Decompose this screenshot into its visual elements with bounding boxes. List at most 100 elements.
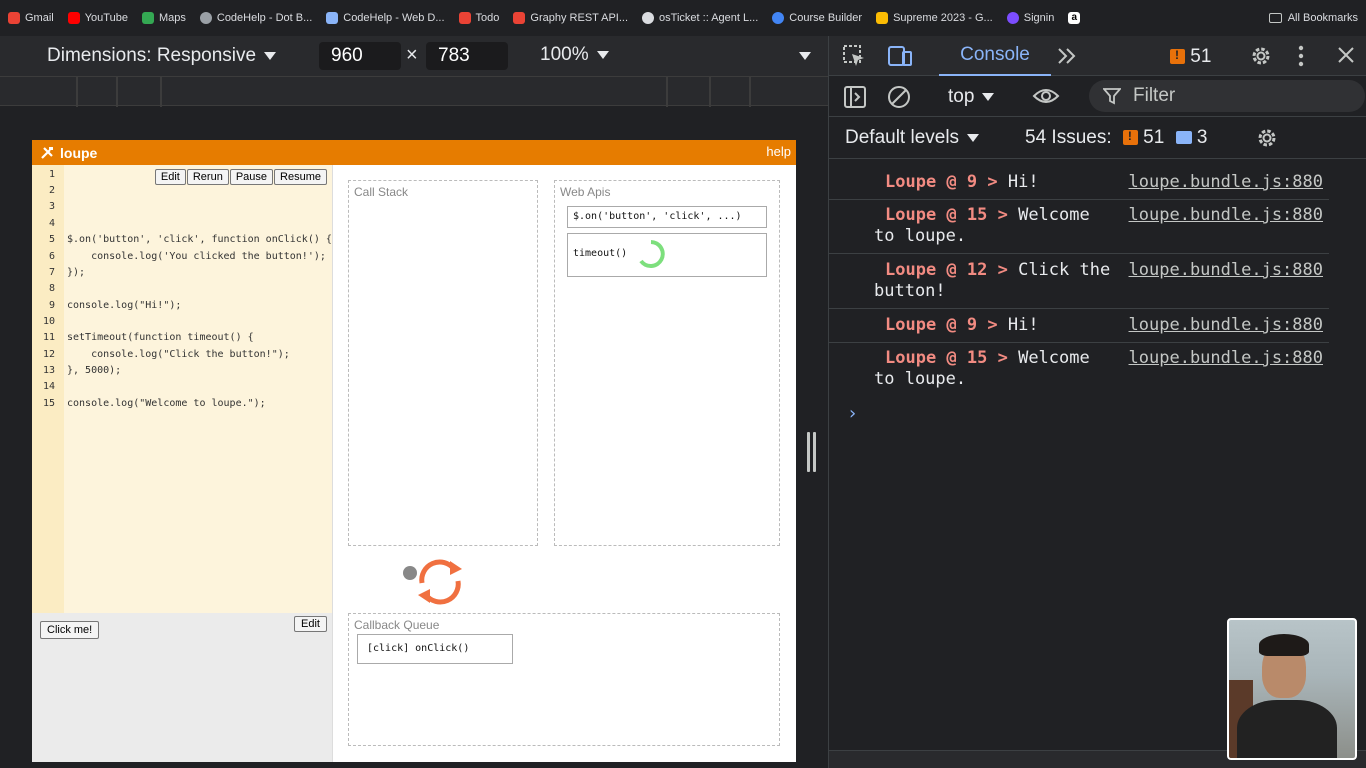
html-preview: Click me! Edit	[32, 613, 332, 762]
web-apis-title: Web Apis	[560, 185, 611, 199]
code-line: 14	[32, 381, 332, 397]
line-number: 1	[48, 169, 55, 180]
code-text: $.on('button', 'click', function onClick…	[67, 234, 332, 245]
source-link[interactable]: loupe.bundle.js:880	[1129, 315, 1323, 335]
times-icon: ×	[406, 44, 418, 66]
code-line: 5 $.on('button', 'click', function onClic…	[32, 234, 332, 250]
dimensions-dropdown[interactable]: Dimensions: Responsive	[47, 45, 277, 67]
pause-button[interactable]: Pause	[229, 169, 274, 185]
bookmark-codehelp-dot[interactable]: CodeHelp - Dot B...	[199, 12, 312, 24]
line-number: 3	[48, 201, 55, 212]
filter-icon	[1103, 88, 1121, 105]
console-log-entry: Loupe @ 9 > Hi! loupe.bundle.js:880	[829, 166, 1329, 200]
resize-handle[interactable]	[807, 432, 817, 472]
device-toggle-icon[interactable]	[887, 44, 913, 68]
default-levels-dropdown[interactable]: Default levels	[845, 127, 980, 149]
code-line: 11 setTimeout(function timeout() {	[32, 332, 332, 348]
folder-icon	[1268, 13, 1282, 23]
more-options-icon[interactable]	[799, 52, 811, 60]
error-icon	[1170, 48, 1185, 65]
signin-icon	[1006, 12, 1019, 24]
bookmark-signin[interactable]: Signin	[1006, 12, 1054, 24]
code-line: 9 console.log("Hi!");	[32, 300, 332, 316]
context-selector[interactable]: top	[948, 86, 995, 108]
more-tabs-icon[interactable]	[1057, 47, 1077, 65]
kebab-menu-icon[interactable]	[1297, 44, 1305, 68]
bookmark-gmail[interactable]: Gmail	[8, 12, 54, 24]
line-number: 8	[48, 283, 55, 294]
issues-counter[interactable]: 54 Issues: 51 3	[1025, 127, 1207, 149]
source-link[interactable]: loupe.bundle.js:880	[1129, 172, 1323, 192]
help-link[interactable]: help	[766, 144, 791, 159]
gear-icon[interactable]	[1249, 44, 1273, 68]
bookmark-supreme[interactable]: Supreme 2023 - G...	[876, 12, 993, 24]
line-number: 11	[42, 332, 55, 343]
bookmark-course-builder[interactable]: Course Builder	[772, 12, 862, 24]
queue-item: [click] onClick()	[357, 634, 513, 664]
webcam-overlay	[1227, 618, 1357, 760]
gmail-icon	[8, 12, 20, 24]
loupe-title: loupe	[60, 144, 98, 161]
callback-queue-panel: Callback Queue [click] onClick()	[348, 613, 780, 746]
source-link[interactable]: loupe.bundle.js:880	[1129, 348, 1323, 368]
line-number: 15	[42, 398, 55, 409]
all-bookmarks[interactable]: All Bookmarks	[1268, 0, 1358, 36]
line-number: 2	[48, 185, 55, 196]
bookmark-osticket[interactable]: osTicket :: Agent L...	[642, 12, 758, 24]
web-apis-panel: Web Apis $.on('button', 'click', ...) ti…	[554, 180, 780, 546]
bookmark-codehelp-web[interactable]: CodeHelp - Web D...	[326, 12, 445, 24]
todo-icon	[458, 12, 471, 24]
code-line: 8	[32, 283, 332, 299]
tab-console[interactable]: Console	[939, 36, 1051, 76]
width-input[interactable]: 960	[319, 42, 401, 70]
line-number: 7	[48, 267, 55, 278]
bookmark-maps[interactable]: Maps	[141, 12, 186, 24]
console-toolbar: top Filter	[829, 76, 1366, 117]
code-line: 15 console.log("Welcome to loupe.");	[32, 398, 332, 414]
console-log-entry: Loupe @ 15 > Welcome to loupe. loupe.bun…	[829, 200, 1329, 254]
youtube-icon	[67, 12, 80, 24]
code-line: 2	[32, 185, 332, 201]
zoom-dropdown[interactable]: 100%	[540, 44, 609, 66]
filter-input[interactable]: Filter	[1089, 80, 1365, 112]
code-icon	[326, 12, 339, 24]
loupe-header: loupe help	[32, 140, 796, 165]
maps-icon	[141, 12, 154, 24]
call-stack-panel: Call Stack	[348, 180, 538, 546]
edit-html-button[interactable]: Edit	[294, 616, 327, 632]
inspect-element-icon[interactable]	[842, 44, 866, 68]
click-me-button[interactable]: Click me!	[40, 621, 100, 639]
call-stack-title: Call Stack	[354, 185, 409, 199]
line-number: 14	[42, 381, 55, 392]
line-number: 6	[48, 251, 55, 262]
resume-button[interactable]: Resume	[274, 169, 327, 185]
console-toolbar-secondary: Default levels 54 Issues: 51 3	[829, 117, 1366, 159]
code-line: 10	[32, 316, 332, 332]
clear-console-icon[interactable]	[887, 85, 911, 109]
code-text: console.log("Welcome to loupe.");	[67, 398, 266, 409]
console-log-entry: Loupe @ 12 > Click the button! loupe.bun…	[829, 254, 1329, 309]
sidebar-toggle-icon[interactable]	[843, 85, 867, 109]
rerun-button[interactable]: Rerun	[186, 169, 229, 185]
height-input[interactable]: 783	[426, 42, 508, 70]
console-log-entry: Loupe @ 15 > Welcome to loupe. loupe.bun…	[874, 348, 1323, 389]
close-icon[interactable]	[1337, 46, 1355, 64]
source-link[interactable]: loupe.bundle.js:880	[1129, 260, 1323, 280]
editor-buttons: Edit Rerun Pause Resume	[154, 169, 327, 185]
error-counter[interactable]: 51	[1170, 46, 1211, 68]
bookmark-amazon[interactable]: a	[1068, 12, 1085, 24]
source-link[interactable]: loupe.bundle.js:880	[1129, 205, 1323, 225]
eye-icon[interactable]	[1032, 86, 1060, 106]
code-editor[interactable]: 1 2 3 4 5 $.on('button', 'click', function on…	[32, 165, 332, 613]
web-api-item: $.on('button', 'click', ...)	[567, 206, 767, 228]
bookmark-todo[interactable]: Todo	[458, 12, 499, 24]
console-prompt[interactable]: ›	[847, 403, 858, 424]
gear-icon[interactable]	[1255, 126, 1279, 150]
chevron-down-icon	[982, 92, 995, 101]
edit-button[interactable]: Edit	[154, 169, 186, 185]
bookmark-graphy[interactable]: Graphy REST API...	[513, 12, 628, 24]
bookmark-youtube[interactable]: YouTube	[67, 12, 128, 24]
code-line: 3	[32, 201, 332, 217]
line-number: 5	[48, 234, 55, 245]
code-text: console.log('You clicked the button!');	[67, 251, 326, 262]
